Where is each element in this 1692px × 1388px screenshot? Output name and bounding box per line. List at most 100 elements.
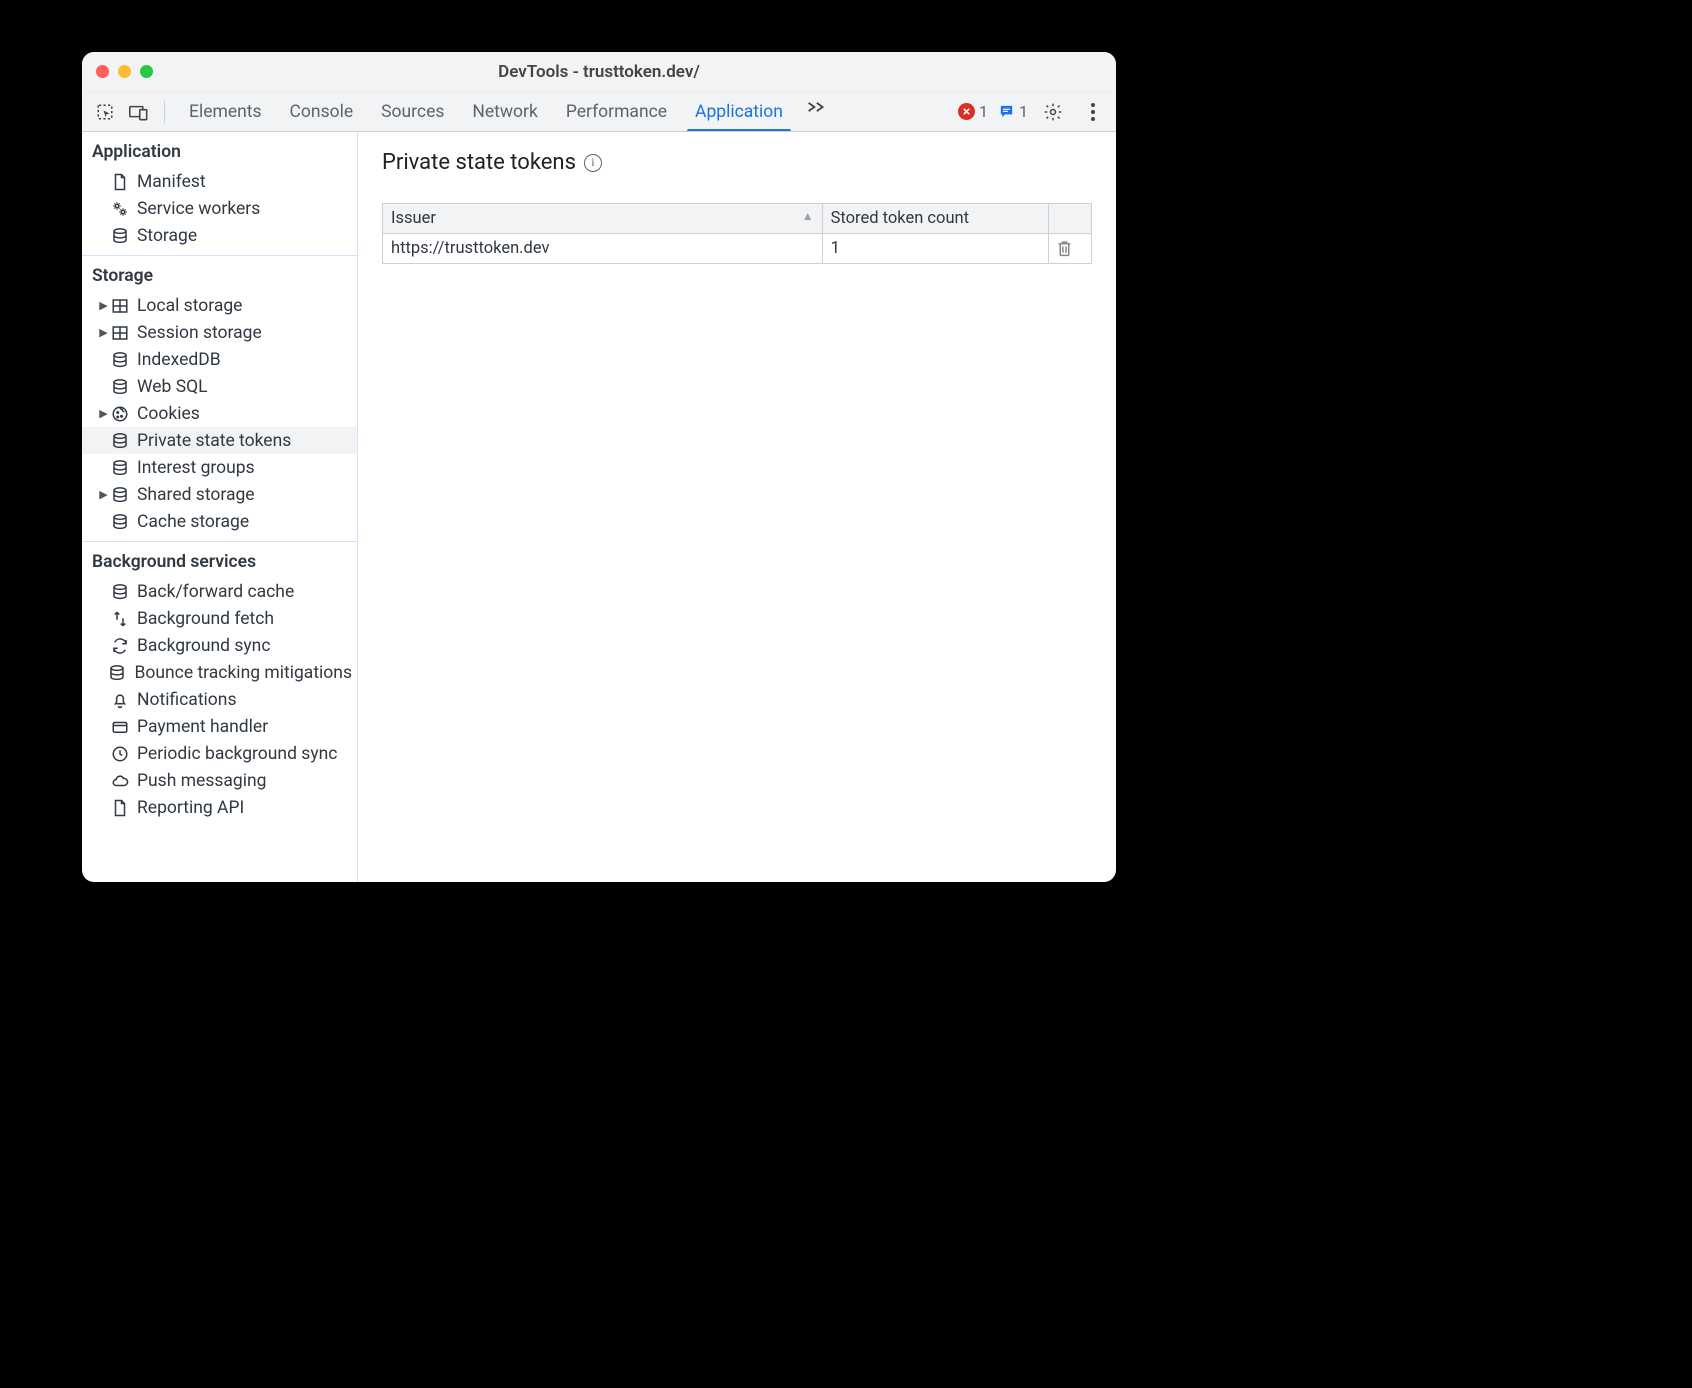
more-tabs-icon[interactable]: [801, 92, 831, 122]
grid-icon: [110, 296, 130, 316]
sidebar-item-session-storage[interactable]: ▶Session storage: [82, 319, 357, 346]
chevron-right-icon: ▶: [98, 326, 109, 339]
gears-icon: [110, 199, 130, 219]
inspect-icon[interactable]: [90, 97, 120, 127]
sidebar-section-title: Background services: [82, 542, 357, 578]
sidebar-item-label: Back/forward cache: [137, 582, 294, 602]
cell-delete: [1049, 234, 1092, 264]
sidebar-item-push-messaging[interactable]: ▶Push messaging: [82, 767, 357, 794]
sort-asc-icon: ▲: [802, 209, 814, 223]
tabs: Elements Console Sources Network Perform…: [175, 92, 831, 131]
tab-sources[interactable]: Sources: [367, 92, 458, 131]
sidebar-item-notifications[interactable]: ▶Notifications: [82, 686, 357, 713]
sidebar-item-label: Background fetch: [137, 609, 274, 629]
sidebar-section-title: Storage: [82, 256, 357, 292]
trash-icon[interactable]: [1057, 240, 1083, 257]
sidebar-item-label: Cookies: [137, 404, 200, 424]
sidebar-section: Storage▶Local storage▶Session storage▶In…: [82, 256, 357, 542]
main-panel: Private state tokens i Issuer ▲ Stored t…: [358, 132, 1116, 882]
col-count[interactable]: Stored token count: [822, 204, 1049, 234]
sidebar-item-back-forward-cache[interactable]: ▶Back/forward cache: [82, 578, 357, 605]
db-icon: [110, 377, 130, 397]
sidebar-item-private-state-tokens[interactable]: ▶Private state tokens: [82, 427, 357, 454]
sidebar-item-service-workers[interactable]: ▶Service workers: [82, 195, 357, 222]
close-icon[interactable]: [96, 65, 109, 78]
db-icon: [110, 431, 130, 451]
sidebar-item-label: Notifications: [137, 690, 236, 710]
db-icon: [107, 663, 127, 683]
cell-issuer: https://trusttoken.dev: [383, 234, 823, 264]
col-actions: [1049, 204, 1092, 234]
error-count[interactable]: 1: [958, 102, 988, 121]
device-toolbar-icon[interactable]: [124, 97, 154, 127]
sidebar-item-label: Push messaging: [137, 771, 266, 791]
content: Application▶Manifest▶Service workers▶Sto…: [82, 132, 1116, 882]
tab-performance[interactable]: Performance: [552, 92, 681, 131]
sidebar-item-label: Web SQL: [137, 377, 208, 397]
sidebar-item-reporting-api[interactable]: ▶Reporting API: [82, 794, 357, 821]
message-icon: [998, 103, 1015, 120]
traffic-lights: [96, 65, 153, 78]
panel-title: Private state tokens: [382, 150, 576, 175]
sidebar-item-storage[interactable]: ▶Storage: [82, 222, 357, 249]
kebab-menu-icon[interactable]: [1078, 97, 1108, 127]
fetch-icon: [110, 609, 130, 629]
minimize-icon[interactable]: [118, 65, 131, 78]
sidebar-item-label: Manifest: [137, 172, 206, 192]
cell-count: 1: [822, 234, 1049, 264]
tab-application[interactable]: Application: [681, 92, 797, 131]
settings-icon[interactable]: [1038, 97, 1068, 127]
sidebar-item-background-fetch[interactable]: ▶Background fetch: [82, 605, 357, 632]
page-icon: [110, 798, 130, 818]
sidebar-item-label: Shared storage: [137, 485, 255, 505]
sidebar-item-manifest[interactable]: ▶Manifest: [82, 168, 357, 195]
sidebar-item-bounce-tracking-mitigations[interactable]: ▶Bounce tracking mitigations: [82, 659, 357, 686]
tab-network[interactable]: Network: [458, 92, 551, 131]
messages-count[interactable]: 1: [998, 102, 1028, 121]
sidebar-item-label: Service workers: [137, 199, 260, 219]
sidebar-item-label: Cache storage: [137, 512, 249, 532]
sidebar-section: Application▶Manifest▶Service workers▶Sto…: [82, 132, 357, 256]
db-icon: [110, 512, 130, 532]
page-icon: [110, 172, 130, 192]
window-title: DevTools - trusttoken.dev/: [82, 62, 1116, 82]
tab-elements[interactable]: Elements: [175, 92, 276, 131]
sidebar-item-label: Bounce tracking mitigations: [134, 663, 352, 683]
sidebar-item-label: IndexedDB: [137, 350, 221, 370]
chevron-right-icon: ▶: [98, 407, 109, 420]
info-icon[interactable]: i: [584, 154, 602, 172]
chevron-right-icon: ▶: [98, 299, 109, 312]
sidebar-item-local-storage[interactable]: ▶ Local storage: [82, 292, 357, 319]
card-icon: [110, 717, 130, 737]
sidebar-item-cookies[interactable]: ▶ Cookies: [82, 400, 357, 427]
tokens-table: Issuer ▲ Stored token count https://trus…: [382, 203, 1092, 264]
bell-icon: [110, 690, 130, 710]
sidebar-item-interest-groups[interactable]: ▶Interest groups: [82, 454, 357, 481]
sidebar: Application▶Manifest▶Service workers▶Sto…: [82, 132, 358, 882]
panel-heading: Private state tokens i: [382, 150, 1092, 175]
sidebar-item-indexeddb[interactable]: ▶IndexedDB: [82, 346, 357, 373]
col-issuer[interactable]: Issuer ▲: [383, 204, 823, 234]
sidebar-item-label: Private state tokens: [137, 431, 291, 451]
sidebar-item-payment-handler[interactable]: ▶Payment handler: [82, 713, 357, 740]
table-row[interactable]: https://trusttoken.dev 1: [383, 234, 1092, 264]
db-icon: [110, 226, 130, 246]
titlebar: DevTools - trusttoken.dev/: [82, 52, 1116, 92]
db-icon: [110, 458, 130, 478]
maximize-icon[interactable]: [140, 65, 153, 78]
db-icon: [110, 582, 130, 602]
db-icon: [110, 485, 130, 505]
cookie-icon: [110, 404, 130, 424]
sidebar-item-web-sql[interactable]: ▶Web SQL: [82, 373, 357, 400]
sidebar-item-cache-storage[interactable]: ▶Cache storage: [82, 508, 357, 535]
sidebar-item-shared-storage[interactable]: ▶Shared storage: [82, 481, 357, 508]
sidebar-item-label: Interest groups: [137, 458, 255, 478]
grid-icon: [110, 323, 130, 343]
sidebar-item-background-sync[interactable]: ▶Background sync: [82, 632, 357, 659]
tab-console[interactable]: Console: [276, 92, 368, 131]
separator: [164, 101, 165, 123]
cloud-icon: [110, 771, 130, 791]
sidebar-item-periodic-background-sync[interactable]: ▶Periodic background sync: [82, 740, 357, 767]
sidebar-item-label: Local storage: [137, 296, 242, 316]
sidebar-item-label: Periodic background sync: [137, 744, 337, 764]
